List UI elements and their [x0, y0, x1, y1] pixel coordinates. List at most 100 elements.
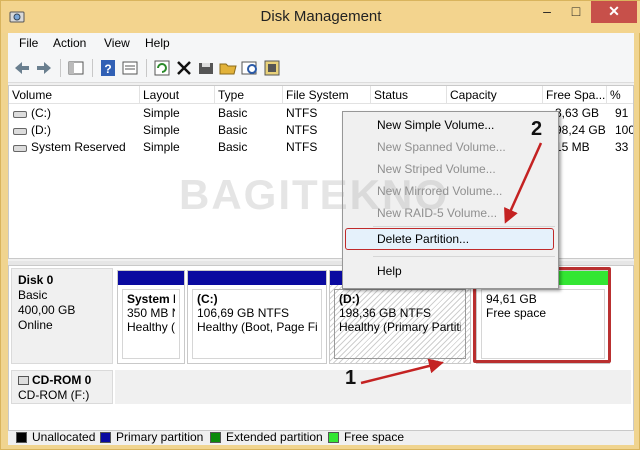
legend-swatch-free: [328, 432, 339, 443]
volume-name: (D:): [31, 123, 51, 137]
toolbar: ?: [8, 53, 634, 83]
volume-cell: (D:): [13, 122, 139, 139]
title-bar: Disk Management – □ ✕: [1, 1, 640, 33]
search-disk-icon[interactable]: [240, 58, 260, 78]
legend-swatch-unallocated: [16, 432, 27, 443]
legend-extended: Extended partition: [226, 430, 323, 444]
type-cell: Basic: [218, 123, 248, 137]
cdrom-area: [115, 370, 631, 404]
menu-new-simple-volume[interactable]: New Simple Volume...: [377, 116, 494, 134]
delete-icon[interactable]: [174, 58, 194, 78]
cdrom-0-info[interactable]: CD-ROM 0 CD-ROM (F:): [11, 370, 113, 404]
maximize-button[interactable]: □: [562, 1, 590, 23]
format-icon[interactable]: [262, 58, 282, 78]
help-icon[interactable]: ?: [98, 58, 118, 78]
partition-name: System R: [127, 292, 175, 306]
column-capacity[interactable]: Capacity: [447, 86, 543, 104]
primary-partition-bar: [118, 271, 184, 285]
cdrom-name: CD-ROM 0: [18, 373, 106, 388]
percent-cell: 91: [615, 106, 629, 120]
drive-icon: [13, 145, 27, 152]
partition-name: (C:): [197, 292, 218, 306]
legend-primary: Primary partition: [116, 430, 204, 444]
menu-view[interactable]: View: [104, 36, 130, 50]
percent-cell: 33: [615, 140, 629, 154]
partition-body: (C:) 106,69 GB NTFS Healthy (Boot, Page …: [192, 289, 322, 359]
cdrom-label: CD-ROM 0: [32, 373, 92, 387]
partition-body: System R 350 MB NT Healthy (S: [122, 289, 180, 359]
close-button[interactable]: ✕: [591, 1, 637, 23]
disk-state: Online: [18, 318, 53, 332]
column-percent-free[interactable]: %: [607, 86, 633, 104]
refresh-icon[interactable]: [152, 58, 172, 78]
partition-size: 106,69 GB NTFS: [197, 306, 290, 320]
free-cell: 98,24 GB: [555, 123, 606, 137]
disk-size: 400,00 GB: [18, 303, 76, 317]
menu-help-item[interactable]: Help: [377, 262, 402, 280]
column-volume[interactable]: Volume: [9, 86, 140, 104]
disk-management-window: Disk Management – □ ✕ File Action View H…: [0, 0, 640, 450]
volume-cell: (C:): [13, 105, 139, 122]
partition-size: 198,36 GB NTFS: [339, 306, 432, 320]
menu-new-spanned-volume[interactable]: New Spanned Volume...: [377, 138, 506, 156]
layout-cell: Simple: [143, 140, 180, 154]
free-cell: 15 MB: [555, 140, 590, 154]
layout-cell: Simple: [143, 123, 180, 137]
volume-name: (C:): [31, 106, 51, 120]
svg-text:?: ?: [104, 62, 111, 76]
cdrom-drive: CD-ROM (F:): [18, 388, 90, 402]
drive-icon: [13, 128, 27, 135]
column-status[interactable]: Status: [371, 86, 447, 104]
partition-status: Healthy (Primary Partitio: [339, 320, 461, 334]
drive-icon: [13, 111, 27, 118]
menu-separator: [373, 256, 555, 257]
disk-type: Basic: [18, 288, 48, 302]
menu-bar: File Action View Help: [8, 33, 634, 53]
properties-icon[interactable]: [120, 58, 140, 78]
partition-system-reserved[interactable]: System R 350 MB NT Healthy (S: [117, 270, 185, 364]
forward-icon[interactable]: [34, 58, 54, 78]
open-folder-icon[interactable]: [218, 58, 238, 78]
legend: Unallocated Primary partition Extended p…: [8, 431, 634, 445]
menu-action[interactable]: Action: [53, 36, 86, 50]
column-file-system[interactable]: File System: [283, 86, 371, 104]
column-free-space[interactable]: Free Spa...: [543, 86, 607, 104]
back-icon[interactable]: [12, 58, 32, 78]
list-header: Volume Layout Type File System Status Ca…: [9, 86, 633, 104]
menu-separator: [373, 226, 555, 227]
legend-swatch-extended: [210, 432, 221, 443]
menu-delete-partition[interactable]: Delete Partition...: [377, 230, 469, 248]
toolbar-separator: [146, 59, 147, 77]
cdrom-icon: [18, 376, 29, 385]
primary-partition-bar: [188, 271, 326, 285]
annotation-step-1: 1: [345, 367, 357, 389]
menu-file[interactable]: File: [19, 36, 38, 50]
volume-name: System Reserved: [31, 140, 126, 154]
legend-free-space: Free space: [344, 430, 405, 444]
column-layout[interactable]: Layout: [140, 86, 215, 104]
menu-help[interactable]: Help: [145, 36, 170, 50]
partition-size: 350 MB NT: [127, 306, 175, 320]
watermark: BAGITEKNO: [179, 171, 449, 218]
partition-name: (D:): [339, 292, 360, 306]
disk-0-info[interactable]: Disk 0 Basic 400,00 GB Online: [11, 268, 113, 364]
disk-name: Disk 0: [18, 273, 54, 287]
percent-cell: 100: [615, 123, 634, 137]
volume-cell: System Reserved: [13, 139, 139, 156]
free-cell: 3,63 GB: [555, 106, 600, 120]
console-icon[interactable]: [66, 58, 86, 78]
partition-status: Healthy (Boot, Page File: [197, 320, 317, 334]
toolbar-separator: [60, 59, 61, 77]
partition-c[interactable]: (C:) 106,69 GB NTFS Healthy (Boot, Page …: [187, 270, 327, 364]
annotation-step-2: 2: [531, 118, 543, 140]
partition-body: (D:) 198,36 GB NTFS Healthy (Primary Par…: [334, 289, 466, 359]
toolbar-separator: [92, 59, 93, 77]
layout-cell: Simple: [143, 106, 180, 120]
type-cell: Basic: [218, 140, 248, 154]
legend-unallocated: Unallocated: [32, 430, 96, 444]
partition-status: Healthy (S: [127, 320, 175, 334]
minimize-button[interactable]: –: [533, 1, 561, 23]
disk-icon[interactable]: [196, 58, 216, 78]
column-type[interactable]: Type: [215, 86, 283, 104]
legend-swatch-primary: [100, 432, 111, 443]
